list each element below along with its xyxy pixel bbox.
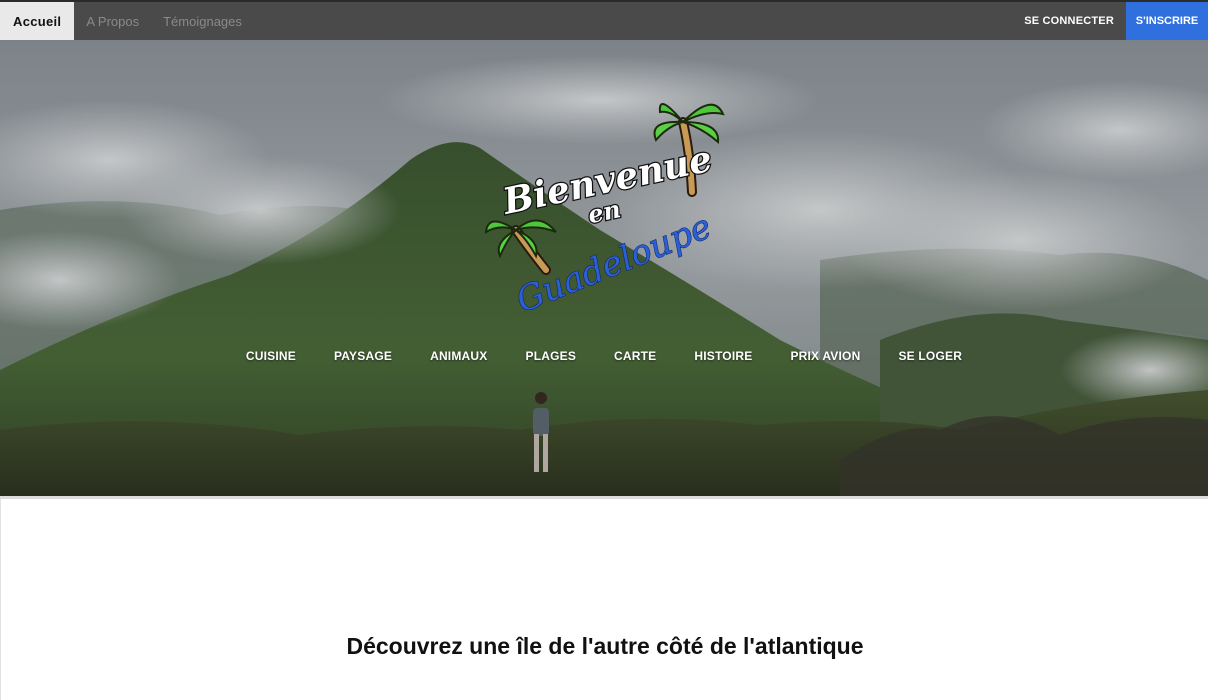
category-link-paysage[interactable]: PAYSAGE: [315, 349, 411, 363]
category-link-histoire[interactable]: HISTOIRE: [675, 349, 771, 363]
category-link-cuisine[interactable]: CUISINE: [227, 349, 315, 363]
category-nav: CUISINE PAYSAGE ANIMAUX PLAGES CARTE HIS…: [0, 349, 1208, 363]
account-nav: SE CONNECTER S'INSCRIRE: [1006, 2, 1208, 40]
nav-link-accueil[interactable]: Accueil: [0, 2, 75, 40]
category-link-prix-avion[interactable]: PRIX AVION: [771, 349, 879, 363]
signup-button[interactable]: S'INSCRIRE: [1126, 2, 1208, 40]
category-link-se-loger[interactable]: SE LOGER: [879, 349, 981, 363]
top-navbar: Accueil A Propos Témoignages SE CONNECTE…: [0, 0, 1208, 40]
hero-banner: Bienvenue en Guadeloupe CUISINE PAYSAGE …: [0, 40, 1208, 496]
category-link-carte[interactable]: CARTE: [595, 349, 675, 363]
login-button[interactable]: SE CONNECTER: [1006, 2, 1126, 40]
palm-tree-icon-small: [484, 219, 557, 275]
nav-link-a-propos[interactable]: A Propos: [74, 2, 151, 40]
category-link-plages[interactable]: PLAGES: [506, 349, 595, 363]
primary-nav: Accueil A Propos Témoignages: [0, 2, 254, 40]
section-headline: Découvrez une île de l'autre côté de l'a…: [346, 633, 864, 659]
logo-line-en: en: [585, 194, 623, 229]
bienvenue-logo: Bienvenue en Guadeloupe: [484, 103, 725, 312]
nav-link-temoignages[interactable]: Témoignages: [151, 2, 254, 40]
main-content: Découvrez une île de l'autre côté de l'a…: [0, 499, 1208, 700]
category-link-animaux[interactable]: ANIMAUX: [411, 349, 506, 363]
